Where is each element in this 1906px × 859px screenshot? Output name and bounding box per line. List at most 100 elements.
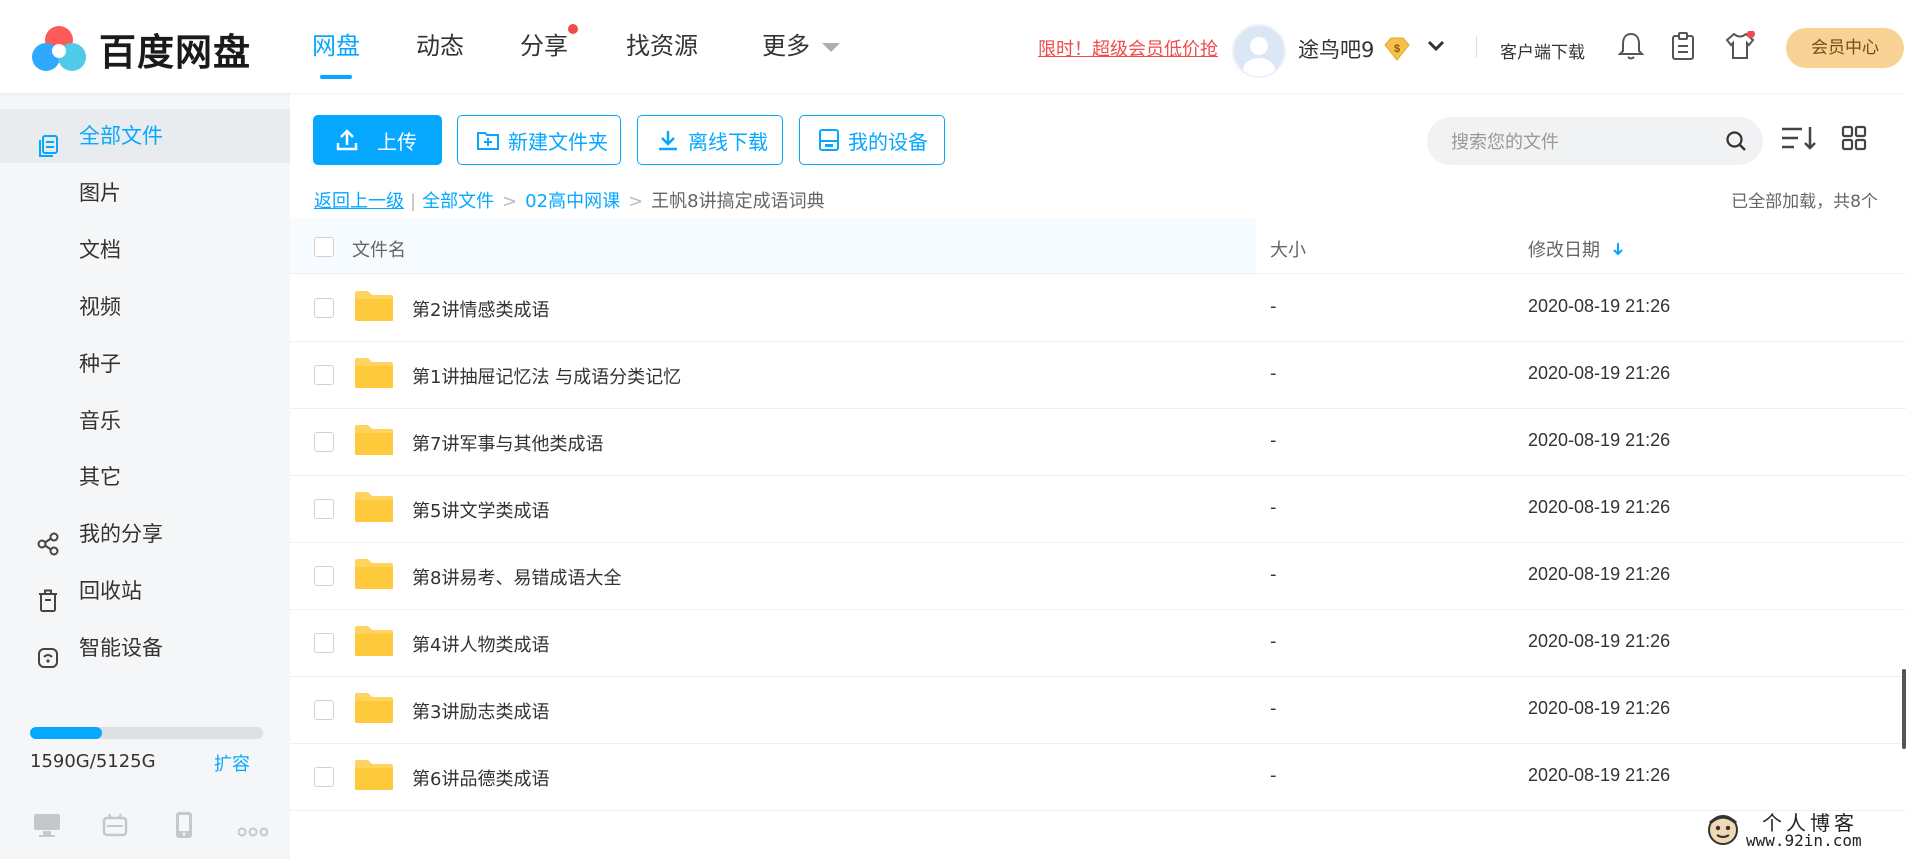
back-link[interactable]: 返回上一级 [314, 191, 404, 212]
nav-activity[interactable]: 动态 [416, 0, 464, 93]
file-size: - [1270, 631, 1277, 652]
file-name[interactable]: 第5讲文学类成语 [412, 497, 549, 523]
offline-download-button[interactable]: 离线下载 [637, 115, 783, 165]
new-folder-label: 新建文件夹 [508, 129, 608, 154]
nav-share[interactable]: 分享 [520, 0, 578, 93]
breadcrumb-separator: > [628, 191, 644, 212]
top-header: 百度网盘 网盘 动态 分享 找资源 更多 限时！超级会员低价抢 途鸟吧9 $ 客… [0, 0, 1906, 93]
row-checkbox[interactable] [314, 298, 334, 318]
breadcrumb-item[interactable]: 02高中网课 [525, 191, 620, 212]
column-header-name[interactable]: 文件名 [352, 236, 406, 262]
grid-view-icon[interactable] [1841, 125, 1867, 155]
upload-button[interactable]: 上传 [313, 115, 442, 165]
notification-dot [568, 24, 578, 34]
chevron-down-icon[interactable] [1426, 36, 1446, 60]
new-folder-button[interactable]: 新建文件夹 [457, 115, 621, 165]
search-icon[interactable] [1725, 130, 1747, 156]
nav-netdisk[interactable]: 网盘 [312, 0, 360, 93]
column-header-size[interactable]: 大小 [1270, 236, 1306, 262]
new-folder-icon [476, 129, 500, 151]
breadcrumb: 返回上一级 | 全部文件 >02高中网课 > 王帆8讲搞定成语词典 [314, 187, 825, 213]
scrollbar-thumb[interactable] [1902, 669, 1906, 749]
file-date: 2020-08-19 21:26 [1528, 564, 1671, 584]
search-input[interactable] [1449, 117, 1713, 167]
loaded-count: 已全部加载，共8个 [1731, 192, 1878, 212]
sidebar-item-smart-devices[interactable]: 智能设备 [0, 621, 290, 675]
sidebar-item-torrents[interactable]: 种子 [0, 337, 290, 391]
column-header-date[interactable]: 修改日期 [1528, 236, 1624, 262]
upload-icon [335, 128, 359, 152]
file-name[interactable]: 第6讲品德类成语 [412, 765, 549, 791]
bell-icon[interactable] [1617, 31, 1645, 65]
file-name[interactable]: 第3讲励志类成语 [412, 698, 549, 724]
row-checkbox[interactable] [314, 432, 334, 452]
sort-icon[interactable] [1780, 125, 1818, 155]
select-all-checkbox[interactable] [314, 237, 334, 257]
table-row[interactable]: 第7讲军事与其他类成语 - 2020-08-19 21:26 [290, 408, 1906, 476]
nav-find-resources[interactable]: 找资源 [626, 0, 698, 93]
table-row[interactable]: 第2讲情感类成语 - 2020-08-19 21:26 [290, 274, 1906, 342]
table-row[interactable]: 第8讲易考、易错成语大全 - 2020-08-19 21:26 [290, 542, 1906, 610]
nav-more[interactable]: 更多 [762, 0, 840, 93]
sidebar-item-images[interactable]: 图片 [0, 166, 290, 220]
vip-center-button[interactable]: 会员中心 [1786, 28, 1904, 68]
avatar[interactable] [1232, 24, 1286, 78]
file-name[interactable]: 第1讲抽屉记忆法 与成语分类记忆 [412, 363, 681, 389]
file-name[interactable]: 第2讲情感类成语 [412, 296, 549, 322]
breadcrumb-item[interactable]: 全部文件 [422, 191, 494, 212]
row-checkbox[interactable] [314, 700, 334, 720]
row-checkbox[interactable] [314, 633, 334, 653]
nav-label: 找资源 [626, 32, 698, 60]
file-name[interactable]: 第4讲人物类成语 [412, 631, 549, 657]
client-download-link[interactable]: 客户端下载 [1500, 38, 1585, 63]
brand-logo[interactable]: 百度网盘 [29, 22, 251, 76]
username[interactable]: 途鸟吧9 [1298, 34, 1374, 64]
mobile-client-icon[interactable] [174, 811, 194, 843]
promo-link[interactable]: 限时！超级会员低价抢 [1038, 35, 1218, 61]
nav-label: 分享 [520, 32, 568, 60]
file-date: 2020-08-19 21:26 [1528, 430, 1671, 450]
file-date: 2020-08-19 21:26 [1528, 296, 1671, 316]
file-name[interactable]: 第8讲易考、易错成语大全 [412, 564, 621, 590]
offline-download-label: 离线下载 [688, 129, 768, 154]
file-date: 2020-08-19 21:26 [1528, 497, 1671, 517]
sort-descending-icon [1612, 240, 1624, 261]
tshirt-skin-icon[interactable] [1724, 30, 1756, 65]
row-checkbox[interactable] [314, 767, 334, 787]
expand-storage-link[interactable]: 扩容 [214, 750, 250, 776]
sidebar-item-label: 图片 [79, 181, 121, 205]
file-date: 2020-08-19 21:26 [1528, 631, 1671, 651]
sidebar-item-label: 视频 [79, 295, 121, 319]
sidebar-item-my-shares[interactable]: 我的分享 [0, 507, 290, 561]
sidebar-item-music[interactable]: 音乐 [0, 394, 290, 448]
more-icon[interactable] [237, 822, 269, 841]
my-devices-button[interactable]: 我的设备 [799, 115, 945, 165]
sidebar-item-label: 全部文件 [79, 124, 163, 148]
nav-label: 动态 [416, 32, 464, 60]
brand-name: 百度网盘 [99, 31, 251, 74]
desktop-client-icon[interactable] [33, 812, 61, 842]
file-name[interactable]: 第7讲军事与其他类成语 [412, 430, 603, 456]
table-row[interactable]: 第1讲抽屉记忆法 与成语分类记忆 - 2020-08-19 21:26 [290, 341, 1906, 409]
table-row[interactable]: 第6讲品德类成语 - 2020-08-19 21:26 [290, 743, 1906, 811]
watermark-line2: www.92in.com [1746, 831, 1862, 850]
main-content: 上传 新建文件夹 离线下载 我的设备 返回上一级 |全部文件 >02高中网课 > 王帆8… [290, 93, 1906, 859]
sidebar-item-recycle-bin[interactable]: 回收站 [0, 564, 290, 618]
row-checkbox[interactable] [314, 566, 334, 586]
row-checkbox[interactable] [314, 499, 334, 519]
sidebar-item-documents[interactable]: 文档 [0, 223, 290, 277]
table-row[interactable]: 第4讲人物类成语 - 2020-08-19 21:26 [290, 609, 1906, 677]
sidebar-item-other[interactable]: 其它 [0, 450, 290, 504]
android-client-icon[interactable] [102, 812, 128, 842]
clipboard-icon[interactable] [1670, 31, 1696, 65]
sidebar-item-all-files[interactable]: 全部文件 [0, 109, 290, 163]
row-checkbox[interactable] [314, 365, 334, 385]
search-box [1427, 117, 1763, 167]
caret-down-icon [822, 42, 840, 52]
sidebar-item-videos[interactable]: 视频 [0, 280, 290, 334]
folder-icon [354, 558, 394, 594]
file-date: 2020-08-19 21:26 [1528, 698, 1671, 718]
column-header-date-label: 修改日期 [1528, 240, 1600, 261]
table-row[interactable]: 第5讲文学类成语 - 2020-08-19 21:26 [290, 475, 1906, 543]
table-row[interactable]: 第3讲励志类成语 - 2020-08-19 21:26 [290, 676, 1906, 744]
